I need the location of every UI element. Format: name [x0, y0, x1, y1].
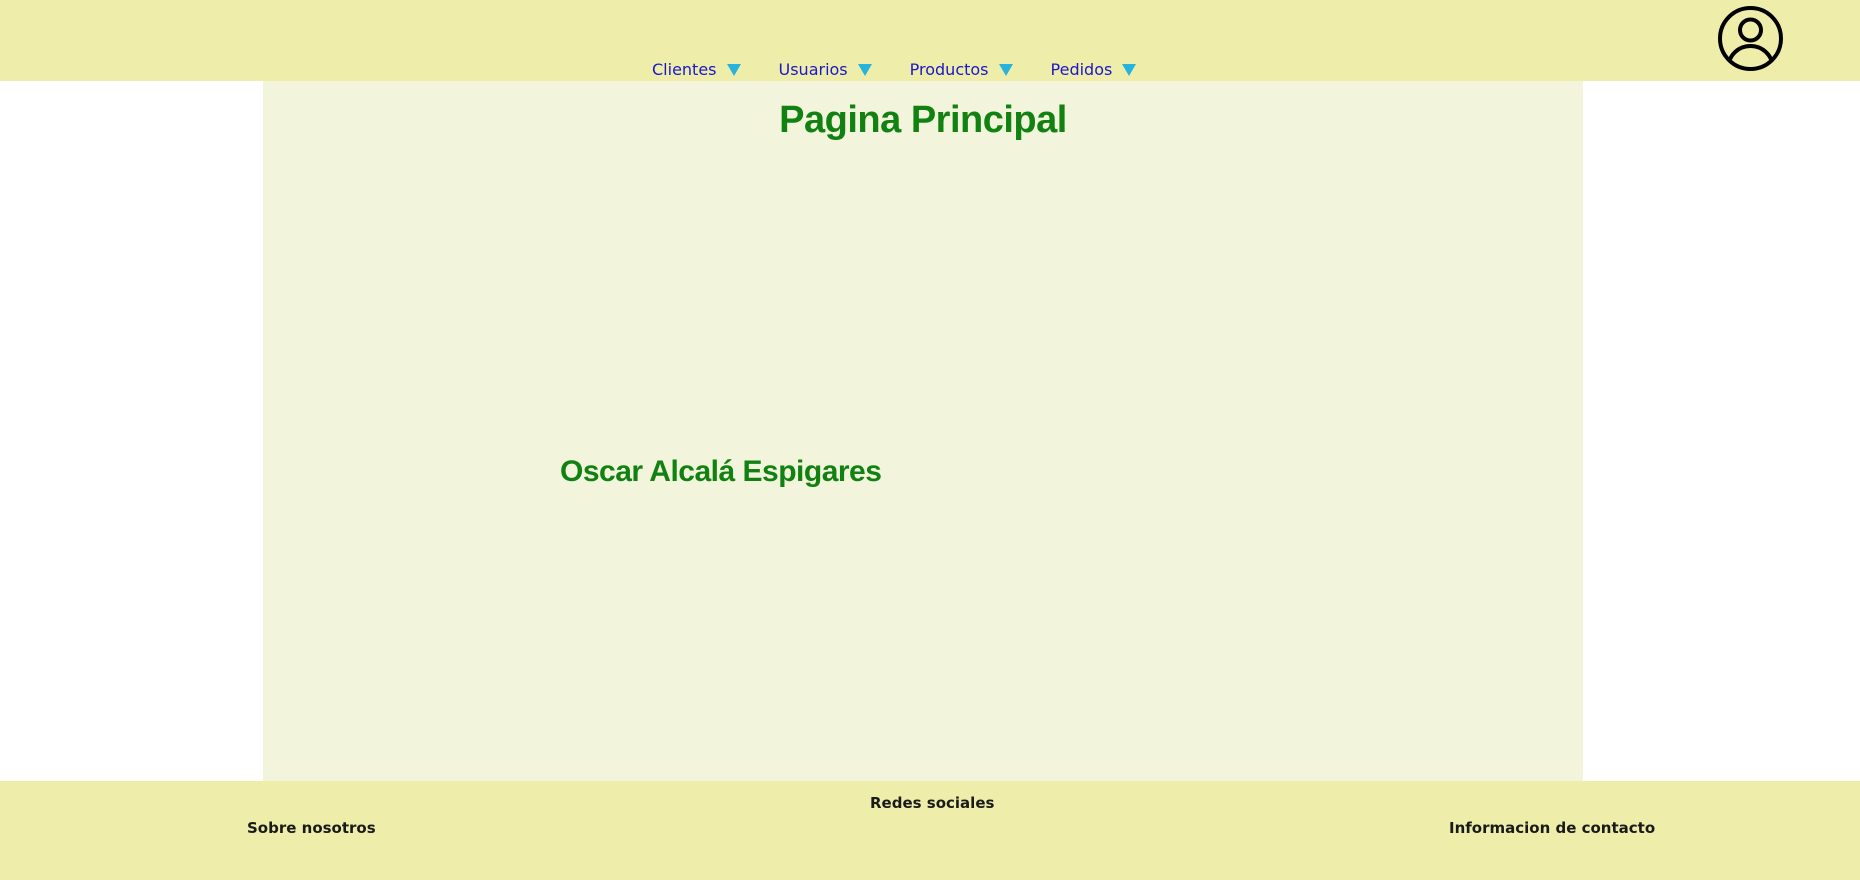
user-circle-icon[interactable] [1717, 5, 1784, 72]
triangle-down-icon[interactable] [998, 64, 1013, 76]
nav-label-clientes[interactable]: Clientes [652, 60, 717, 79]
triangle-down-icon[interactable] [857, 64, 872, 76]
nav-label-usuarios[interactable]: Usuarios [779, 60, 848, 79]
main-nav: Clientes Usuarios Productos Pedidos [652, 57, 1174, 81]
triangle-down-icon[interactable] [1122, 64, 1137, 76]
nav-label-productos[interactable]: Productos [910, 60, 989, 79]
footer-social-heading: Redes sociales [870, 794, 995, 812]
author-name: Oscar Alcalá Espigares [560, 455, 882, 488]
nav-label-pedidos[interactable]: Pedidos [1051, 60, 1113, 79]
nav-item-clientes[interactable]: Clientes [652, 60, 741, 79]
nav-item-usuarios[interactable]: Usuarios [779, 60, 872, 79]
triangle-down-icon[interactable] [726, 64, 741, 76]
user-circle-icon-svg [1718, 6, 1783, 71]
footer-contact-heading: Informacion de contacto [1449, 819, 1656, 837]
nav-item-productos[interactable]: Productos [910, 60, 1013, 79]
main-content: Pagina Principal Oscar Alcalá Espigares [263, 81, 1583, 781]
footer-about-heading: Sobre nosotros [247, 819, 376, 837]
footer: Sobre nosotros Redes sociales Informacio… [0, 781, 1860, 880]
nav-item-pedidos[interactable]: Pedidos [1051, 60, 1137, 79]
header: Clientes Usuarios Productos Pedidos [0, 0, 1860, 81]
page-title: Pagina Principal [779, 99, 1067, 141]
